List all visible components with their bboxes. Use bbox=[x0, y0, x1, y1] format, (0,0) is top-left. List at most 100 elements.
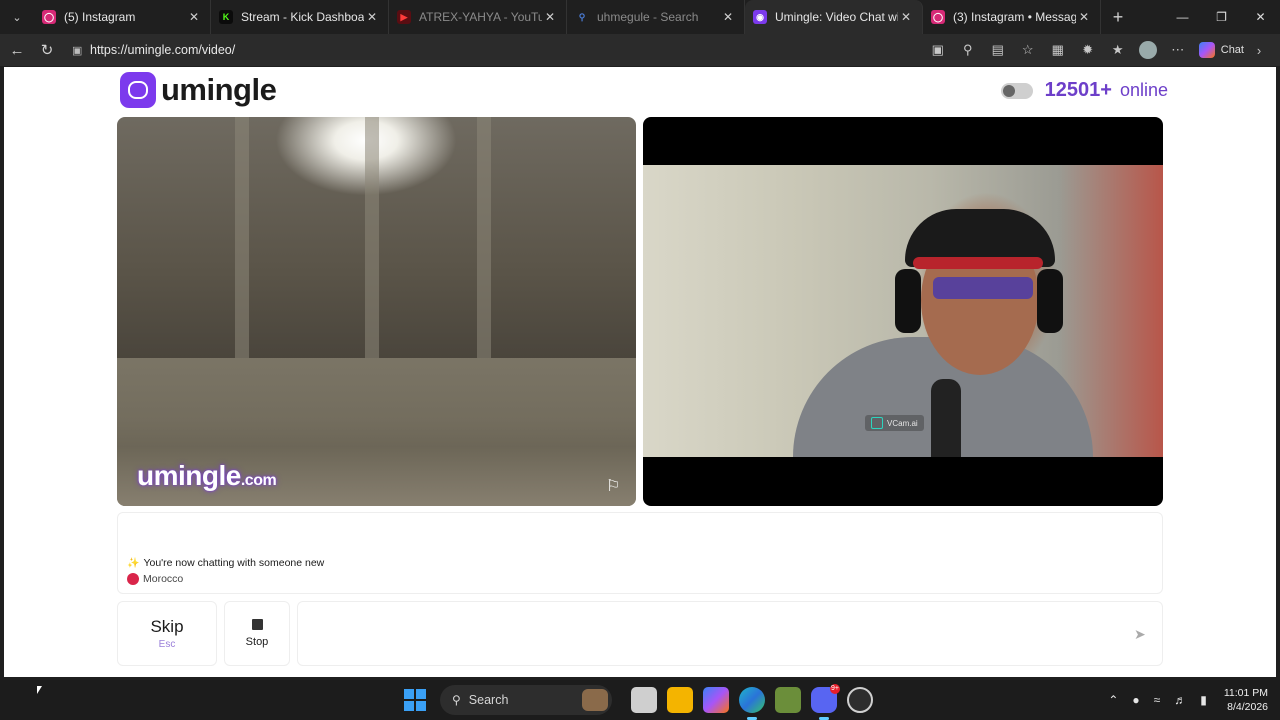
morocco-flag-icon bbox=[127, 573, 139, 585]
microphone-icon[interactable]: ● bbox=[1132, 693, 1139, 707]
umingle-icon: ◉ bbox=[753, 10, 767, 24]
battery-icon[interactable]: ▮ bbox=[1200, 693, 1207, 707]
camera-permission-icon[interactable]: ▣ bbox=[926, 38, 950, 62]
dark-mode-toggle[interactable] bbox=[1000, 82, 1033, 99]
taskbar-clock[interactable]: 11:01 PM 8/4/2026 bbox=[1224, 686, 1268, 714]
tab-search[interactable]: ⚲ uhmegule - Search ✕ bbox=[567, 0, 745, 34]
profile-avatar[interactable] bbox=[1138, 41, 1157, 59]
taskbar-apps: ⚲ Search 9+ bbox=[404, 680, 878, 720]
tab-umingle[interactable]: ◉ Umingle: Video Chat wit ✕ bbox=[745, 0, 923, 34]
windows-taskbar: ⚲ Search 9+ ⌃ ● ≈ ♬ ▮ 11:01 PM 8/4/2026 bbox=[0, 680, 1280, 720]
stop-square-icon bbox=[251, 619, 263, 630]
taskbar-search-label: Search bbox=[468, 693, 509, 707]
video-scene-pillar bbox=[235, 117, 249, 359]
file-explorer-icon[interactable] bbox=[667, 687, 693, 713]
restore-icon[interactable]: ❐ bbox=[1202, 0, 1241, 34]
windows-start-icon[interactable] bbox=[404, 689, 426, 711]
tab-instagram-messages[interactable]: ◯ (3) Instagram • Messages ✕ bbox=[923, 0, 1101, 34]
copilot-icon bbox=[1198, 42, 1215, 58]
refresh-icon[interactable]: ↻ bbox=[32, 35, 62, 65]
search-highlight-owl-icon bbox=[582, 689, 608, 711]
tab-title: (3) Instagram • Messages bbox=[953, 10, 1076, 24]
edge-browser-icon[interactable] bbox=[739, 687, 765, 720]
umingle-watermark: umingle.com bbox=[137, 460, 277, 492]
browser-tab-strip: ⌄ ◯ (5) Instagram ✕ K Stream - Kick Dash… bbox=[0, 0, 1280, 34]
volume-icon[interactable]: ♬ bbox=[1174, 693, 1186, 707]
stop-label: Stop bbox=[245, 636, 269, 648]
browser-toolbar: ▣ ⚲ ▤ ☆ ▦ ✹ ★ ⋯ Chat › bbox=[923, 34, 1274, 66]
chat-bubble-logo-icon bbox=[120, 72, 156, 108]
favorites-icon[interactable]: ★ bbox=[1106, 38, 1130, 62]
online-label: online bbox=[1119, 80, 1168, 100]
close-icon[interactable]: ✕ bbox=[542, 10, 558, 24]
tab-title: ATREX-YAHYA - YouTube bbox=[419, 10, 542, 24]
close-icon[interactable]: ✕ bbox=[364, 10, 380, 24]
skip-label: Skip bbox=[150, 617, 184, 636]
site-info-lock-icon[interactable]: ▣ bbox=[72, 44, 90, 57]
task-view-icon[interactable] bbox=[631, 687, 657, 713]
video-scene-pillar bbox=[365, 117, 379, 359]
extensions-icon[interactable]: ✹ bbox=[1076, 38, 1100, 62]
tab-kick-dashboard[interactable]: K Stream - Kick Dashboard ✕ bbox=[211, 0, 389, 34]
close-window-icon[interactable]: ✕ bbox=[1241, 0, 1280, 34]
discord-icon[interactable]: 9+ bbox=[811, 684, 840, 720]
logo-text: umingle bbox=[161, 72, 277, 107]
instagram-icon: ◯ bbox=[931, 10, 945, 24]
country-name: Morocco bbox=[143, 573, 184, 585]
headphone-left bbox=[895, 269, 921, 333]
vcam-logo-icon bbox=[871, 417, 883, 429]
more-options-icon[interactable]: ⋯ bbox=[1166, 38, 1190, 62]
split-screen-icon[interactable]: ▦ bbox=[1046, 38, 1070, 62]
tab-title: Umingle: Video Chat wit bbox=[775, 10, 898, 24]
tab-youtube[interactable]: ▶ ATREX-YAHYA - YouTube ✕ bbox=[389, 0, 567, 34]
vcam-overlay-text: VCam.ai bbox=[887, 418, 918, 428]
mouse-pointer-icon bbox=[37, 686, 42, 694]
cap-visor bbox=[913, 257, 1043, 269]
taskbar-search[interactable]: ⚲ Search bbox=[440, 685, 612, 715]
online-count: 12501+ bbox=[1044, 79, 1112, 101]
report-flag-icon[interactable]: ⚐ bbox=[606, 476, 624, 495]
close-icon[interactable]: ✕ bbox=[720, 10, 736, 24]
minimize-icon[interactable]: — bbox=[1163, 0, 1202, 34]
tab-title: Stream - Kick Dashboard bbox=[241, 10, 364, 24]
copilot-chat-button[interactable]: Chat bbox=[1198, 42, 1244, 58]
wifi-icon[interactable]: ≈ bbox=[1154, 693, 1161, 707]
reader-view-icon[interactable]: ▤ bbox=[986, 38, 1010, 62]
tab-actions-chevron-icon[interactable]: ⌄ bbox=[0, 0, 34, 34]
new-tab-plus-icon[interactable]: + bbox=[1101, 0, 1135, 34]
system-message-text: You're now chatting with someone new bbox=[143, 557, 325, 569]
zoom-icon[interactable]: ⚲ bbox=[956, 38, 980, 62]
stranger-video: umingle.com ⚐ bbox=[117, 117, 636, 506]
close-icon[interactable]: ✕ bbox=[898, 10, 914, 24]
skip-shortcut-key: Esc bbox=[158, 639, 176, 650]
show-hidden-icons-chevron-icon[interactable]: ⌃ bbox=[1108, 693, 1118, 707]
online-indicator: 12501+ online bbox=[1000, 79, 1168, 102]
back-arrow-icon[interactable]: ← bbox=[2, 35, 32, 65]
copilot-app-icon[interactable] bbox=[703, 687, 729, 713]
tab-title: (5) Instagram bbox=[64, 10, 136, 24]
person-glasses bbox=[933, 277, 1033, 299]
skip-button[interactable]: Skip Esc bbox=[117, 601, 217, 666]
url-field[interactable]: ▣ https://umingle.com/video/ bbox=[64, 37, 944, 63]
tab-title: uhmegule - Search bbox=[597, 10, 699, 24]
system-message: ✨ You're now chatting with someone new bbox=[127, 557, 324, 569]
close-icon[interactable]: ✕ bbox=[1076, 10, 1092, 24]
sidebar-toggle-icon[interactable]: › bbox=[1247, 38, 1271, 62]
message-input[interactable] bbox=[308, 622, 1088, 646]
watermark-main: umingle bbox=[137, 460, 241, 491]
clock-time: 11:01 PM bbox=[1223, 687, 1268, 699]
send-arrow-icon[interactable]: ➤ bbox=[1134, 626, 1150, 642]
stop-button[interactable]: Stop bbox=[224, 601, 290, 666]
sparkle-icon: ✨ bbox=[127, 557, 140, 569]
minecraft-icon[interactable] bbox=[775, 687, 801, 713]
message-composer: ➤ bbox=[297, 601, 1163, 666]
umingle-logo[interactable]: umingle bbox=[120, 72, 277, 108]
obs-icon[interactable] bbox=[847, 687, 873, 713]
web-page: umingle 12501+ online umingle.com ⚐ VCam… bbox=[4, 67, 1276, 677]
favorite-star-icon[interactable]: ☆ bbox=[1016, 38, 1040, 62]
tab-instagram[interactable]: ◯ (5) Instagram ✕ bbox=[34, 0, 211, 34]
system-tray: ⌃ ● ≈ ♬ ▮ 11:01 PM 8/4/2026 bbox=[1101, 680, 1268, 720]
search-icon: ⚲ bbox=[578, 11, 586, 22]
url-text: https://umingle.com/video/ bbox=[90, 43, 236, 57]
close-icon[interactable]: ✕ bbox=[186, 10, 202, 24]
